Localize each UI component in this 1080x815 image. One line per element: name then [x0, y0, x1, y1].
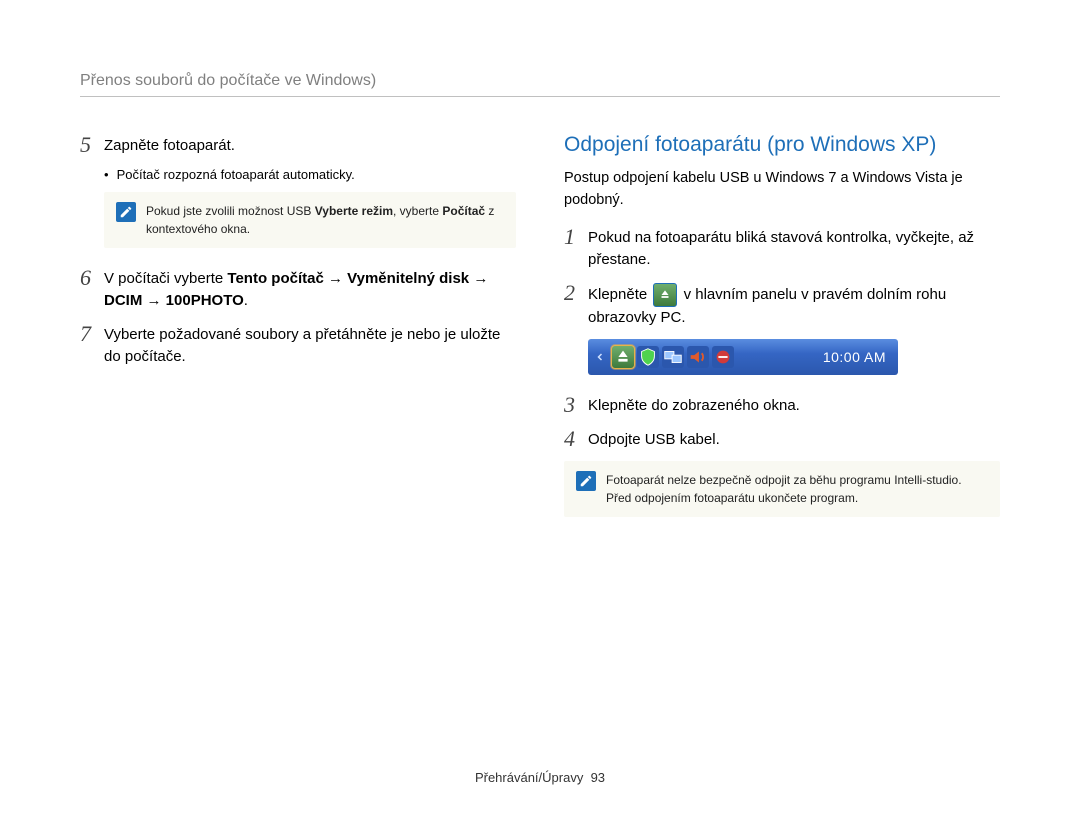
windows-xp-taskbar: 10:00 AM: [588, 339, 898, 375]
note-intelli-text: Fotoaparát nelze bezpečně odpojit za běh…: [606, 471, 988, 507]
page: Přenos souborů do počítače ve Windows) 5…: [0, 0, 1080, 815]
speaker-icon: [687, 346, 709, 368]
r-step-4-text: Odpojte USB kabel.: [588, 427, 1000, 451]
footer: Přehrávání/Úpravy 93: [0, 770, 1080, 785]
step-7-text: Vyberte požadované soubory a přetáhněte …: [104, 322, 516, 368]
columns: 5 Zapněte fotoaparát. Počítač rozpozná f…: [80, 133, 1000, 535]
r-step-3-text: Klepněte do zobrazeného okna.: [588, 393, 1000, 417]
pencil-note-icon: [116, 202, 136, 222]
right-column: Odpojení fotoaparátu (pro Windows XP) Po…: [564, 133, 1000, 535]
tray-stop-icon[interactable]: [712, 346, 734, 368]
left-column: 5 Zapněte fotoaparát. Počítač rozpozná f…: [80, 133, 516, 535]
tray-network-icon[interactable]: [662, 346, 684, 368]
step-5-text: Zapněte fotoaparát.: [104, 133, 516, 157]
r-step-number-2: 2: [564, 281, 588, 305]
note-usb-mode-text: Pokud jste zvolili možnost USB Vyberte r…: [146, 202, 504, 238]
step-number-6: 6: [80, 266, 104, 290]
eject-arrow-icon: [658, 288, 672, 302]
r-step-3: 3 Klepněte do zobrazeného okna.: [564, 393, 1000, 417]
footer-page: 93: [591, 770, 605, 785]
tray-safely-remove-hardware-icon[interactable]: [612, 346, 634, 368]
taskbar-clock: 10:00 AM: [823, 349, 886, 365]
eject-arrow-icon: [612, 346, 634, 368]
step-5: 5 Zapněte fotoaparát.: [80, 133, 516, 157]
note-intelli-studio: Fotoaparát nelze bezpečně odpojit za běh…: [564, 461, 1000, 517]
chevron-left-icon: [594, 351, 606, 363]
section-intro: Postup odpojení kabelu USB u Windows 7 a…: [564, 167, 1000, 211]
r-step-2: 2 Klepněte v hlavním panelu v pravém dol…: [564, 281, 1000, 329]
step-number-7: 7: [80, 322, 104, 346]
step-number-5: 5: [80, 133, 104, 157]
shield-icon: [637, 346, 659, 368]
tray-shield-icon[interactable]: [637, 346, 659, 368]
r-step-2-text: Klepněte v hlavním panelu v pravém dolní…: [588, 281, 1000, 329]
header-title: Přenos souborů do počítače ve Windows): [80, 72, 1000, 97]
pencil-icon: [119, 205, 133, 219]
pencil-icon: [579, 474, 593, 488]
r-step-1-text: Pokud na fotoaparátu bliká stavová kontr…: [588, 225, 1000, 271]
step-6-text: V počítači vyberte Tento počítač → Vyměn…: [104, 266, 516, 312]
footer-section: Přehrávání/Úpravy: [475, 770, 583, 785]
note-usb-mode: Pokud jste zvolili možnost USB Vyberte r…: [104, 192, 516, 248]
monitors-icon: [662, 346, 684, 368]
r-step-number-4: 4: [564, 427, 588, 451]
pencil-note-icon: [576, 471, 596, 491]
step-6: 6 V počítači vyberte Tento počítač → Vym…: [80, 266, 516, 312]
tray-volume-icon[interactable]: [687, 346, 709, 368]
r-step-number-1: 1: [564, 225, 588, 249]
prohibited-icon: [712, 346, 734, 368]
step-7: 7 Vyberte požadované soubory a přetáhnět…: [80, 322, 516, 368]
r-step-number-3: 3: [564, 393, 588, 417]
step-5-bullet-1: Počítač rozpozná fotoaparát automaticky.: [104, 167, 516, 182]
section-title: Odpojení fotoaparátu (pro Windows XP): [564, 133, 1000, 157]
r-step-1: 1 Pokud na fotoaparátu bliká stavová kon…: [564, 225, 1000, 271]
safely-remove-hardware-icon: [653, 283, 677, 307]
step-5-bullets: Počítač rozpozná fotoaparát automaticky.: [104, 167, 516, 182]
r-step-4: 4 Odpojte USB kabel.: [564, 427, 1000, 451]
